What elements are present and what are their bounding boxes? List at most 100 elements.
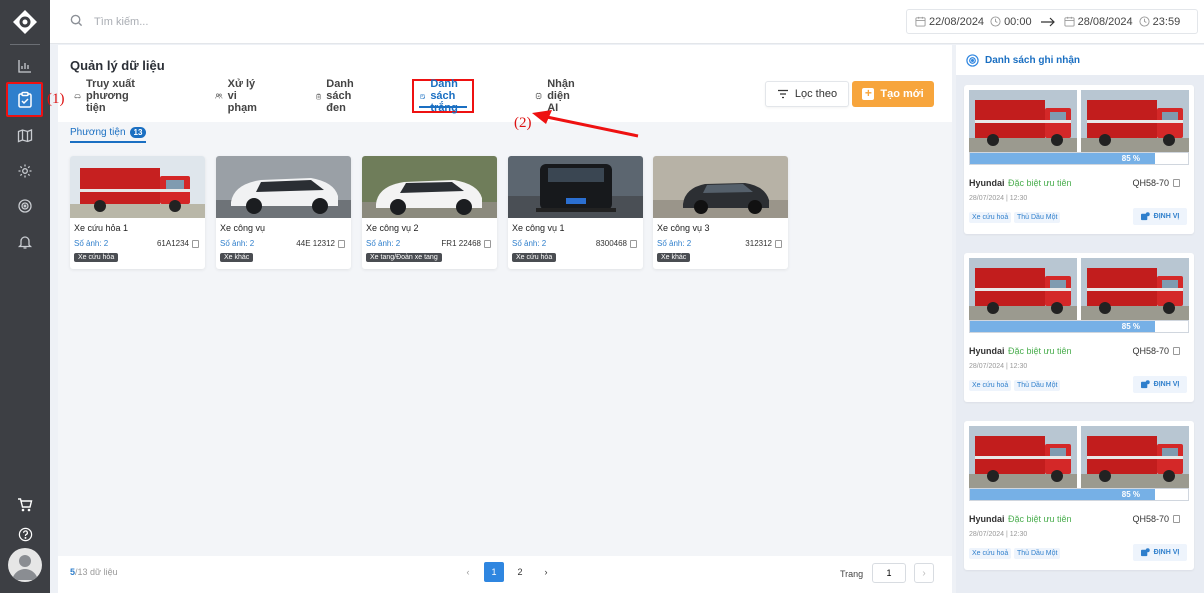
- plate-text: QH58-70: [1132, 514, 1169, 524]
- plate-number: FR1 22468: [441, 239, 491, 248]
- nav-bell-icon[interactable]: [9, 228, 41, 256]
- page-button[interactable]: 2: [510, 562, 530, 582]
- page-label: Trang: [840, 569, 864, 579]
- nav-cart-icon[interactable]: [9, 491, 41, 519]
- locate-label: ĐỊNH VỊ: [1153, 381, 1180, 388]
- nav-map-icon[interactable]: [9, 122, 41, 150]
- go-page-button[interactable]: ›: [914, 563, 934, 583]
- next-page-button[interactable]: ›: [536, 562, 556, 582]
- vehicle-photo: [70, 156, 205, 218]
- copy-icon[interactable]: [484, 239, 491, 248]
- plate-text: 312312: [745, 239, 772, 248]
- vehicle-card[interactable]: Xe công vụ 1 Số ảnh: 2 8300468 Xe cứu hỏ…: [508, 156, 643, 269]
- nav-chart-icon[interactable]: [9, 52, 41, 80]
- record-plate: QH58-70: [1132, 178, 1180, 188]
- record-type: Đặc biệt ưu tiên: [1008, 178, 1072, 188]
- record-photo: [1081, 426, 1189, 489]
- plate-text: 8300468: [595, 239, 627, 248]
- locate-button[interactable]: ĐỊNH VỊ: [1133, 208, 1187, 225]
- nav-help-icon[interactable]: [9, 520, 41, 548]
- plate-text: 61A1234: [156, 239, 189, 248]
- nav-data-management-icon[interactable]: [6, 82, 43, 117]
- record-tag: Xe cứu hoả: [969, 212, 1012, 223]
- record-tag: Thủ Dầu Một: [1014, 380, 1061, 391]
- record-photo: [1081, 90, 1189, 153]
- tab-whitelist[interactable]: Danh sách trắng: [412, 78, 474, 114]
- copy-icon[interactable]: [1173, 347, 1180, 355]
- record-photo: [1081, 258, 1189, 321]
- plate-text: QH58-70: [1132, 346, 1169, 356]
- map-pin-icon: [1140, 212, 1150, 221]
- logo-icon[interactable]: [12, 9, 38, 35]
- locate-button[interactable]: ĐỊNH VỊ: [1133, 376, 1187, 393]
- confidence-label: 85 %: [1121, 322, 1140, 331]
- map-pin-icon: [1140, 548, 1150, 557]
- subtab-label: Phương tiện: [70, 127, 126, 138]
- vehicle-photo: [653, 156, 788, 218]
- tab-ai-recognition[interactable]: AI Nhận diện AI: [535, 78, 582, 114]
- step-annotation: (2): [514, 115, 532, 131]
- filter-label: Lọc theo: [794, 88, 838, 100]
- total-count: /13: [75, 567, 88, 577]
- tab-label: Xử lý vi phạm: [227, 78, 257, 114]
- create-button[interactable]: + Tạo mới: [852, 81, 934, 107]
- page-number-input[interactable]: [872, 563, 906, 583]
- record-card[interactable]: 85 % Hyundai Đặc biệt ưu tiên QH58-70 28…: [964, 85, 1194, 234]
- image-count: Số ảnh: 2: [74, 239, 109, 248]
- vehicle-name: Xe công vụ: [220, 223, 266, 233]
- tab-label: Danh sách trắng: [430, 78, 458, 114]
- filter-button[interactable]: Lọc theo: [765, 81, 849, 107]
- radar-icon: [966, 53, 979, 67]
- confidence-label: 85 %: [1121, 154, 1140, 163]
- nav-settings-icon[interactable]: [9, 157, 41, 185]
- vehicle-type-tag: Xe cứu hỏa: [74, 253, 119, 262]
- count-suffix: dữ liệu: [90, 567, 118, 577]
- copy-icon[interactable]: [630, 239, 637, 248]
- subtab-vehicles[interactable]: Phương tiện 13: [70, 127, 147, 143]
- end-date: 28/08/2024: [1077, 15, 1133, 28]
- confidence-bar: 85 %: [969, 488, 1189, 501]
- locate-button[interactable]: ĐỊNH VỊ: [1133, 544, 1187, 561]
- record-card[interactable]: 85 % Hyundai Đặc biệt ưu tiên QH58-70 28…: [964, 421, 1194, 570]
- copy-icon[interactable]: [338, 239, 345, 248]
- clipboard-icon: [316, 93, 321, 99]
- record-photos: [969, 258, 1189, 321]
- copy-icon[interactable]: [1173, 179, 1180, 187]
- copy-icon[interactable]: [775, 239, 782, 248]
- avatar[interactable]: [8, 548, 42, 582]
- record-brand: Hyundai: [969, 514, 1005, 524]
- vehicle-card[interactable]: Xe công vụ Số ảnh: 2 44E 12312 Xe khác: [216, 156, 351, 269]
- record-photo: [969, 90, 1077, 153]
- date-range-picker[interactable]: 22/08/2024 00:00 28/08/2024 23:59: [906, 9, 1198, 34]
- vehicle-card[interactable]: Xe cứu hỏa 1 Số ảnh: 2 61A1234 Xe cứu hỏ…: [70, 156, 205, 269]
- tab-violation-handling[interactable]: Xử lý vi phạm: [215, 78, 264, 114]
- page-button[interactable]: 1: [484, 562, 504, 582]
- records-panel-header: Danh sách ghi nhận: [956, 45, 1204, 75]
- nav-target-icon[interactable]: [9, 192, 41, 220]
- plate-text: QH58-70: [1132, 178, 1169, 188]
- list-edit-icon: [420, 93, 426, 99]
- confidence-label: 85 %: [1121, 490, 1140, 499]
- prev-page-button[interactable]: ‹: [458, 562, 478, 582]
- tab-blacklist[interactable]: Danh sách đen: [316, 78, 361, 114]
- step-annotation: (1): [47, 91, 65, 107]
- copy-icon[interactable]: [192, 239, 199, 248]
- vehicle-photo: [216, 156, 351, 218]
- pager: ‹ 1 2 ›: [458, 562, 556, 582]
- vehicle-card[interactable]: Xe công vụ 2 Số ảnh: 2 FR1 22468 Xe tang…: [362, 156, 497, 269]
- copy-icon[interactable]: [1173, 515, 1180, 523]
- confidence-bar: 85 %: [969, 152, 1189, 165]
- vehicle-type-tag: Xe khác: [220, 253, 254, 262]
- record-card[interactable]: 85 % Hyundai Đặc biệt ưu tiên QH58-70 28…: [964, 253, 1194, 402]
- record-brand: Hyundai: [969, 346, 1005, 356]
- search-input[interactable]: [94, 12, 394, 32]
- image-count: Số ảnh: 2: [220, 239, 255, 248]
- tab-vehicle-lookup[interactable]: Truy xuất phương tiện: [74, 78, 138, 114]
- vehicle-name: Xe công vụ 3: [657, 223, 710, 233]
- search-icon: [70, 14, 83, 27]
- tab-label: Truy xuất phương tiện: [86, 78, 135, 114]
- vehicle-card[interactable]: Xe công vụ 3 Số ảnh: 2 312312 Xe khác: [653, 156, 788, 269]
- record-plate: QH58-70: [1132, 514, 1180, 524]
- plate-number: 312312: [745, 239, 782, 248]
- record-tag: Xe cứu hoả: [969, 548, 1012, 559]
